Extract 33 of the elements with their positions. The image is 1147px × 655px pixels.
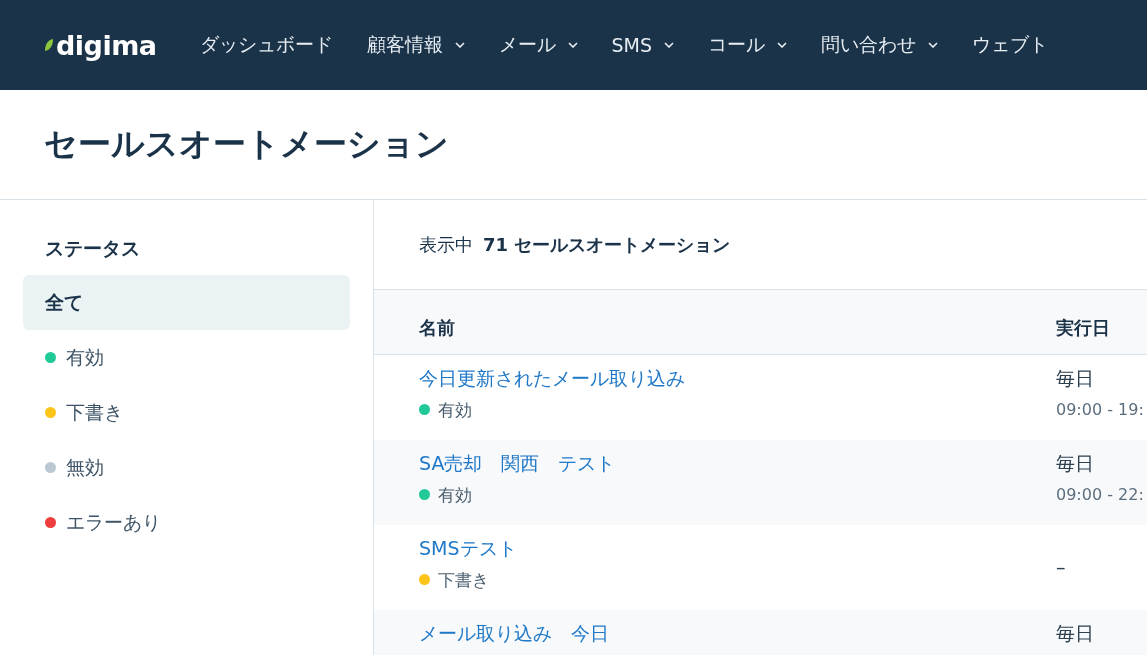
nav-item[interactable]: 問い合わせ <box>804 32 956 58</box>
automation-name-link[interactable]: SA売却 関西 テスト <box>419 452 616 475</box>
nav-item[interactable]: 顧客情報 <box>349 32 482 58</box>
time-range: 09:00 - 19: <box>1056 399 1144 419</box>
schedule-text: 毎日 <box>1056 622 1094 645</box>
status-label: 有効 <box>438 399 472 421</box>
page-title: セールスオートメーション <box>44 123 449 165</box>
time-range: 09:00 - 22: <box>1056 484 1144 504</box>
automation-name-link[interactable]: 今日更新されたメール取り込み <box>419 367 685 390</box>
summary-count: 71 セールスオートメーション <box>483 232 731 257</box>
status-label: 有効 <box>438 484 472 506</box>
column-header: 実行日 <box>1056 317 1110 339</box>
status-filter[interactable]: 全て <box>23 275 350 330</box>
nav-item[interactable]: メール <box>481 32 595 58</box>
schedule-text: 毎日 <box>1056 367 1094 390</box>
status-label: 下書き <box>438 569 489 591</box>
status-filter[interactable]: エラーあり <box>23 495 350 550</box>
status-filter[interactable]: 無効 <box>23 440 350 495</box>
automation-name-link[interactable]: SMSテスト <box>419 537 517 560</box>
leaf-icon <box>44 38 54 52</box>
logo[interactable]: digima <box>56 29 157 61</box>
status-filter[interactable]: 下書き <box>23 385 350 440</box>
summary-label: 表示中 <box>419 232 473 257</box>
schedule-text: – <box>1056 556 1066 579</box>
schedule-text: 毎日 <box>1056 452 1094 475</box>
nav-item[interactable]: SMS <box>594 32 692 58</box>
status-filter[interactable]: 有効 <box>23 330 350 385</box>
nav-item[interactable]: ダッシュボード <box>182 32 350 58</box>
automation-name-link[interactable]: メール取り込み 今日 <box>419 622 609 645</box>
nav-item[interactable]: コール <box>691 32 805 58</box>
nav-item[interactable]: ウェブト <box>955 32 1066 58</box>
sidebar-heading: ステータス <box>44 236 141 261</box>
column-header: 名前 <box>419 317 455 339</box>
